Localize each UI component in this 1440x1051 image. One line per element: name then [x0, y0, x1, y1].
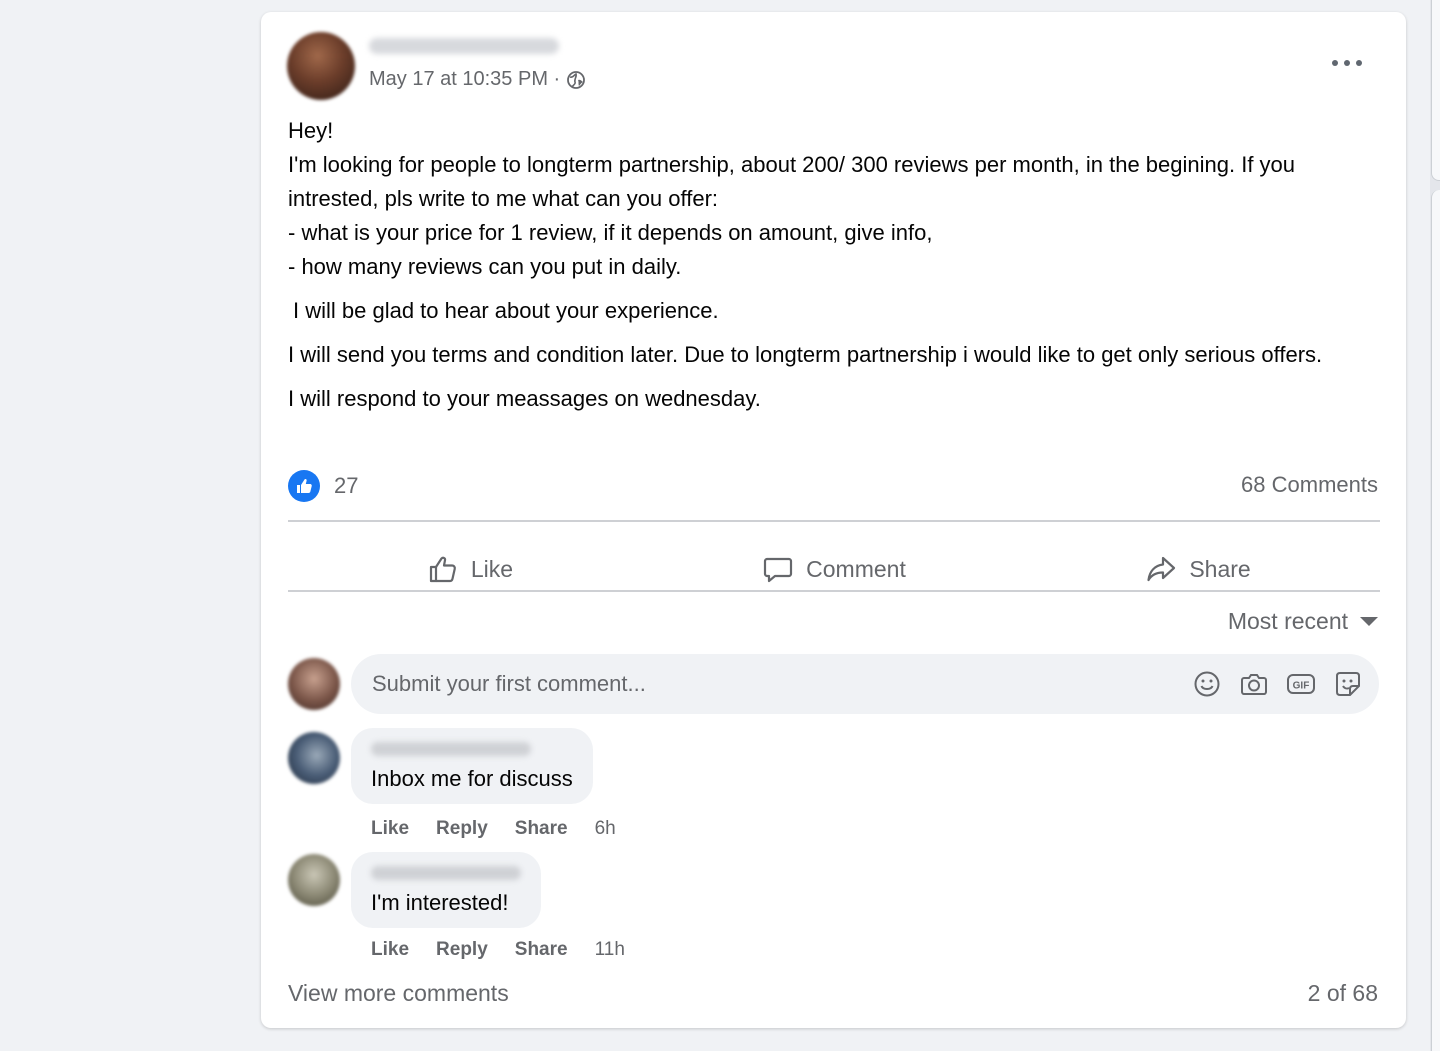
- divider: [288, 590, 1380, 592]
- comment-label: Comment: [806, 555, 906, 582]
- comment-bubble: I'm interested!: [351, 852, 541, 928]
- post-body: Hey! I'm looking for people to longterm …: [288, 114, 1383, 416]
- comment-composer: GIF: [351, 654, 1379, 714]
- commenter-avatar[interactable]: [288, 732, 340, 784]
- share-icon: [1147, 556, 1176, 582]
- post-line: I'm looking for people to longterm partn…: [288, 152, 1296, 211]
- post-paragraph: I will be glad to hear about your experi…: [293, 298, 719, 323]
- comment-reply-link[interactable]: Reply: [436, 818, 488, 840]
- post-timestamp[interactable]: May 17 at 10:35 PM ·: [369, 68, 560, 91]
- more-dot: [1344, 60, 1350, 66]
- current-user-avatar[interactable]: [288, 658, 340, 710]
- comment-reply-link[interactable]: Reply: [436, 939, 488, 961]
- composer-icons: GIF: [1175, 669, 1363, 699]
- reaction-count: 27: [334, 473, 359, 498]
- like-label: Like: [470, 555, 514, 582]
- more-dot: [1332, 60, 1338, 66]
- comment-input[interactable]: [351, 670, 1175, 698]
- commenter-name-blurred[interactable]: [371, 866, 521, 880]
- comment-actions: Like Reply Share 11h: [371, 939, 652, 961]
- commenter-avatar[interactable]: [288, 854, 340, 906]
- post-line: - what is your price for 1 review, if it…: [288, 220, 933, 245]
- comment-text: I'm interested!: [371, 890, 509, 915]
- share-button[interactable]: Share: [1016, 536, 1380, 602]
- comments-count-link[interactable]: 68 Comments: [1241, 472, 1378, 498]
- commenter-name-blurred[interactable]: [371, 742, 531, 756]
- post-meta: May 17 at 10:35 PM ·: [369, 68, 586, 91]
- share-label: Share: [1189, 555, 1251, 582]
- thumbs-up-icon: [429, 556, 456, 583]
- post-card: May 17 at 10:35 PM · Hey! I'm looking fo…: [261, 12, 1406, 1028]
- comment-share-link[interactable]: Share: [515, 818, 568, 840]
- post-paragraph: I will respond to your meassages on wedn…: [288, 386, 761, 411]
- more-options-icon[interactable]: [1332, 56, 1362, 70]
- comment-like-link[interactable]: Like: [371, 818, 409, 840]
- caret-down-icon: [1360, 617, 1378, 626]
- globe-icon: [566, 70, 586, 90]
- sort-label: Most recent: [1227, 608, 1348, 634]
- comment-share-link[interactable]: Share: [515, 939, 568, 961]
- reaction-summary[interactable]: 27: [288, 470, 358, 502]
- sticker-icon[interactable]: [1333, 669, 1363, 699]
- comment-time[interactable]: 6h: [595, 818, 616, 840]
- comment-time[interactable]: 11h: [595, 939, 625, 961]
- camera-icon[interactable]: [1239, 669, 1269, 699]
- more-dot: [1356, 60, 1362, 66]
- comment-icon: [764, 557, 793, 583]
- like-button[interactable]: Like: [288, 536, 652, 602]
- comment-like-link[interactable]: Like: [371, 939, 409, 961]
- author-avatar[interactable]: [287, 32, 355, 100]
- comment-button[interactable]: Comment: [652, 536, 1016, 602]
- comment-actions: Like Reply Share 6h: [371, 818, 643, 840]
- post-line: - how many reviews can you put in daily.: [288, 254, 682, 279]
- divider: [288, 520, 1380, 522]
- adjacent-panel-edge: [1430, 0, 1440, 1051]
- adjacent-panel-bottom: [1431, 190, 1440, 1051]
- author-name-blurred[interactable]: [369, 38, 559, 54]
- comment-text: Inbox me for discuss: [371, 766, 573, 791]
- comments-pager: 2 of 68: [1307, 980, 1378, 1006]
- adjacent-panel-top: [1431, 0, 1440, 181]
- post-line: Hey!: [288, 118, 334, 143]
- comment-bubble: Inbox me for discuss: [351, 728, 593, 804]
- svg-text:GIF: GIF: [1293, 681, 1310, 692]
- comment-sort-dropdown[interactable]: Most recent: [1228, 608, 1378, 635]
- post-paragraph: I will send you terms and condition late…: [288, 342, 1323, 367]
- gif-icon[interactable]: GIF: [1286, 669, 1316, 699]
- emoji-icon[interactable]: [1192, 669, 1222, 699]
- like-reaction-icon: [288, 470, 320, 502]
- view-more-comments-link[interactable]: View more comments: [288, 980, 509, 1007]
- post-actions-bar: Like Comment Share: [288, 536, 1380, 602]
